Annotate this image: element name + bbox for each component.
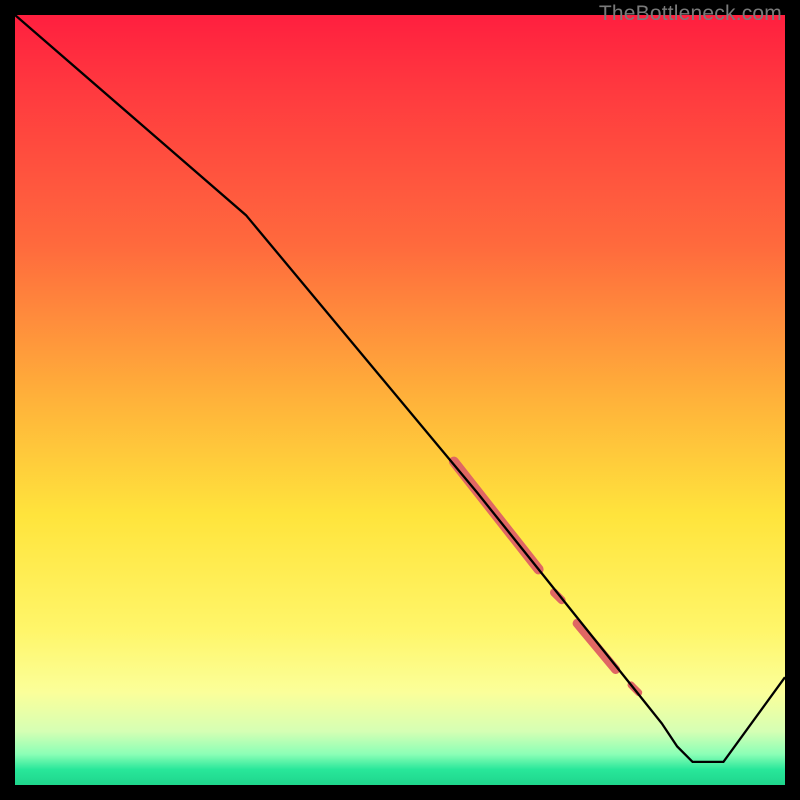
chart-frame: TheBottleneck.com <box>0 0 800 800</box>
marker-segment <box>577 623 616 669</box>
chart-overlay <box>15 15 785 785</box>
highlight-markers <box>454 462 639 693</box>
chart-plot-area <box>15 15 785 785</box>
curve-line <box>15 15 785 762</box>
watermark-text: TheBottleneck.com <box>599 2 782 26</box>
